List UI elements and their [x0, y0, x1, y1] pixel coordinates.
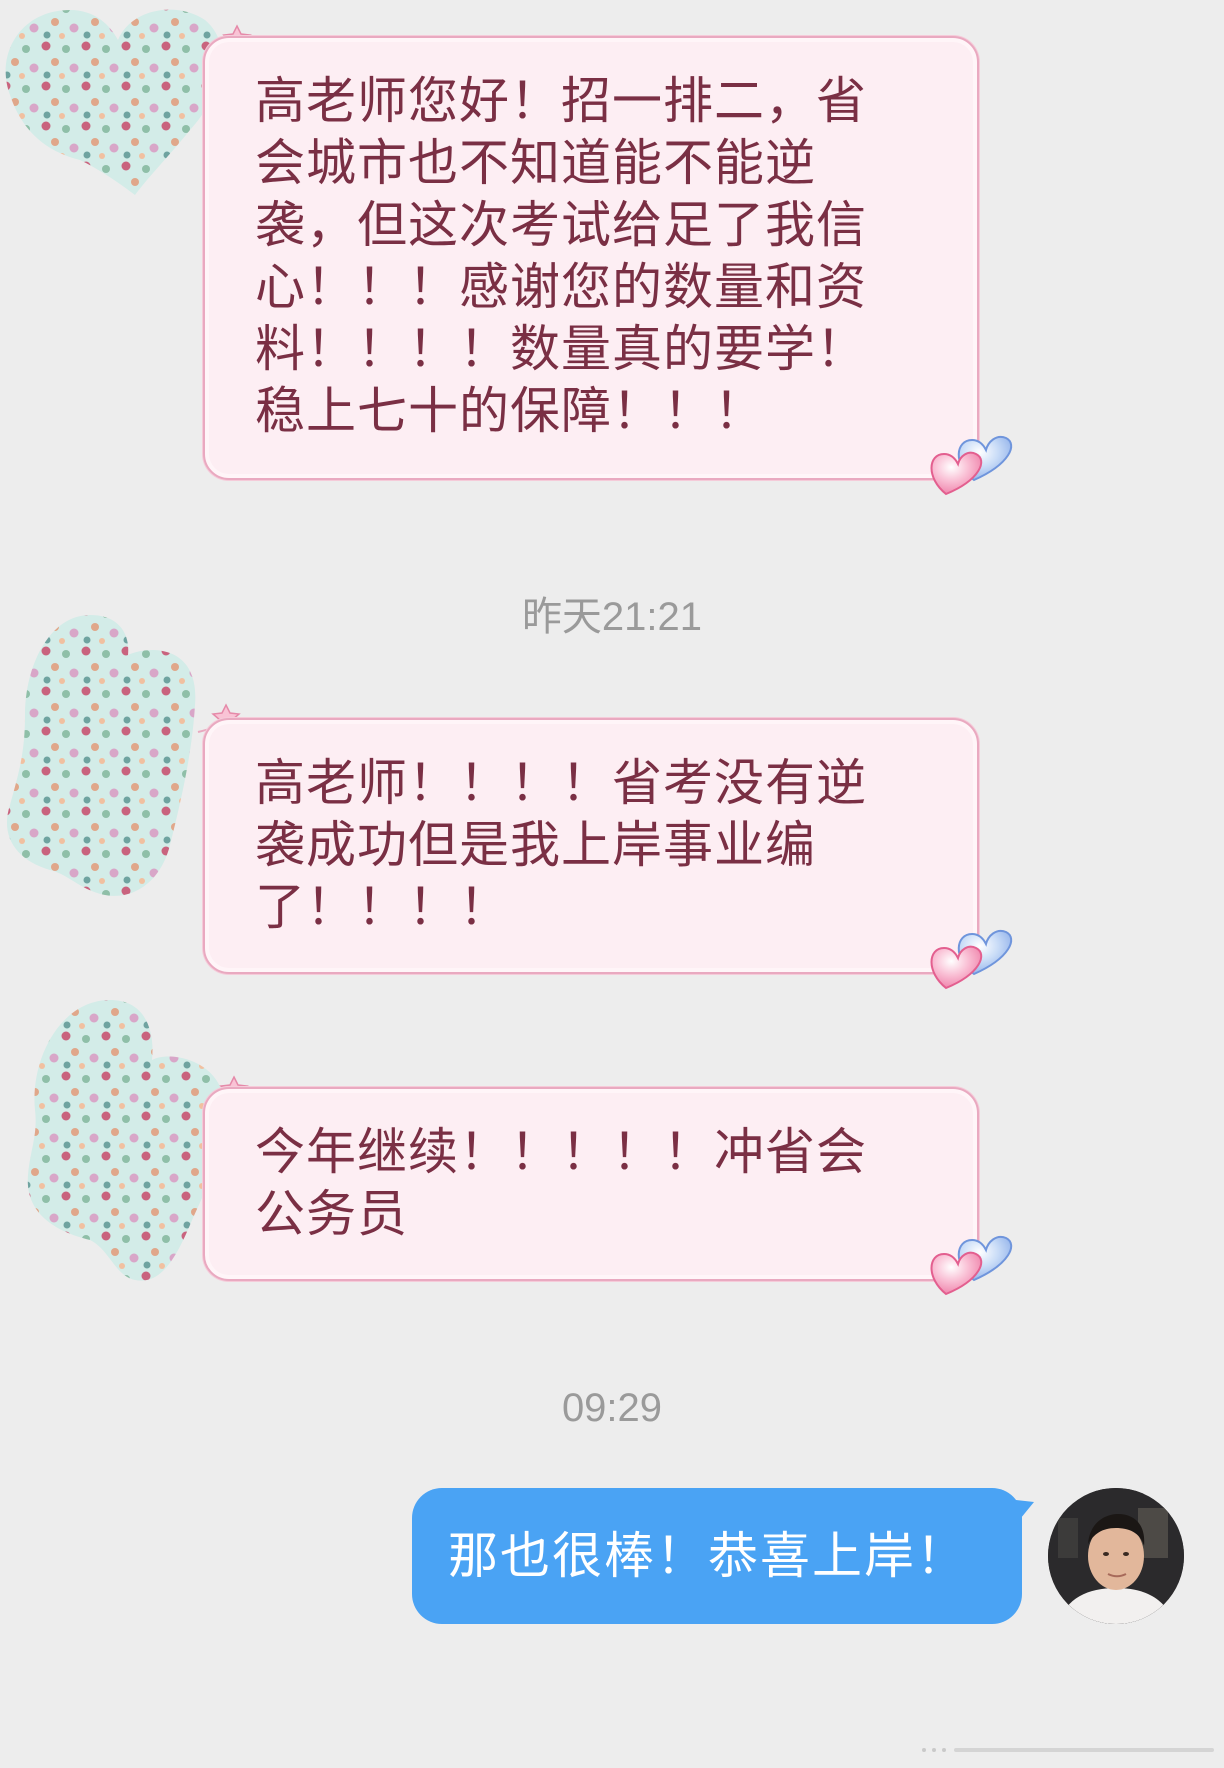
- sender-avatar-icon[interactable]: [0, 0, 235, 200]
- incoming-message-bubble[interactable]: 高老师！！！！省考没有逆袭成功但是我上岸事业编了！！！！: [203, 718, 979, 974]
- message-text: 高老师！！！！省考没有逆袭成功但是我上岸事业编了！！！！: [255, 754, 867, 936]
- sender-avatar-icon[interactable]: [20, 990, 230, 1290]
- incoming-message-bubble[interactable]: 高老师您好！招一排二，省会城市也不知道能不能逆袭，但这次考试给足了我信心！！！感…: [203, 36, 979, 480]
- message-timestamp: 09:29: [561, 1386, 663, 1430]
- sender-avatar-icon[interactable]: [0, 605, 205, 900]
- heart-pair-icon: [930, 930, 1013, 990]
- heart-pair-icon: [930, 1236, 1013, 1296]
- message-text: 那也很棒！恭喜上岸！: [448, 1527, 968, 1585]
- outgoing-message-bubble[interactable]: 那也很棒！恭喜上岸！: [412, 1488, 1022, 1624]
- scroll-indicator: [922, 1748, 1214, 1752]
- bubble-tail: [1016, 1500, 1034, 1524]
- message-text: 高老师您好！招一排二，省会城市也不知道能不能逆袭，但这次考试给足了我信心！！！感…: [255, 72, 867, 440]
- incoming-message-bubble[interactable]: 今年继续！！！！！冲省会公务员: [203, 1087, 979, 1281]
- heart-pair-icon: [930, 436, 1013, 496]
- user-photo-avatar[interactable]: [1048, 1488, 1184, 1624]
- message-text: 今年继续！！！！！冲省会公务员: [255, 1123, 867, 1243]
